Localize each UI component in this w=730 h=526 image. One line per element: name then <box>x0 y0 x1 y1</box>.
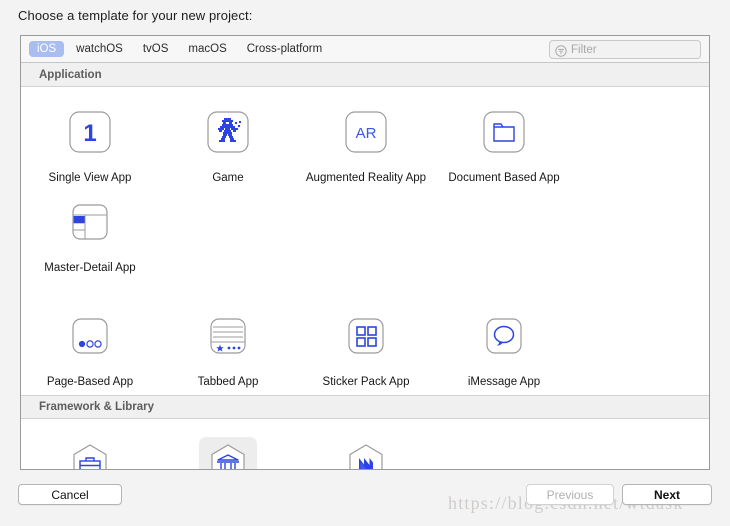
template-tile-imessage-app[interactable]: iMessage App <box>435 301 573 391</box>
tile-icon-container <box>61 195 119 253</box>
document-based-app-icon <box>480 108 528 161</box>
tab-macos[interactable]: macOS <box>180 41 234 57</box>
tile-icon-container <box>199 309 257 367</box>
template-tile-metal-library[interactable]: Metal Library <box>297 429 435 469</box>
master-detail-app-icon <box>66 198 114 251</box>
tab-cross-platform[interactable]: Cross-platform <box>239 41 330 57</box>
tab-tvos[interactable]: tvOS <box>135 41 177 57</box>
svg-text:AR: AR <box>356 125 377 142</box>
svg-text:1: 1 <box>83 120 96 147</box>
tile-icon-container <box>199 437 257 469</box>
previous-button[interactable]: Previous <box>526 484 614 505</box>
template-tile-document-based-app[interactable]: Document Based App <box>435 97 573 187</box>
search-input[interactable] <box>571 43 689 56</box>
tile-label: Sticker Pack App <box>322 376 410 388</box>
tile-icon-container <box>475 309 533 367</box>
tab-watchos[interactable]: watchOS <box>68 41 131 57</box>
template-tile-cocoa-touch-framework[interactable]: Cocoa Touch Framework <box>21 429 159 469</box>
tile-label: Tabbed App <box>197 376 259 388</box>
section-header-application: Application <box>21 63 709 87</box>
tile-icon-container <box>199 105 257 163</box>
template-tile-single-view-app[interactable]: 1 Single View App <box>21 97 159 187</box>
tile-label: Game <box>212 172 244 184</box>
library-building-hexagon-icon <box>204 440 252 469</box>
cancel-button[interactable]: Cancel <box>18 484 122 505</box>
tab-ios[interactable]: iOS <box>29 41 65 57</box>
template-tile-master-detail-app[interactable]: Master-Detail App <box>21 187 159 277</box>
framework-library-template-grid: Cocoa Touch Framework <box>21 419 709 469</box>
platform-tab-bar: iOS watchOS tvOS macOS Cross-platform <box>21 36 709 63</box>
section-header-framework-library: Framework & Library <box>21 395 709 419</box>
page-based-app-icon <box>66 312 114 365</box>
template-tile-cocoa-touch-static-library[interactable]: Cocoa Touch Static Library <box>159 429 297 469</box>
template-tile-sticker-pack-app[interactable]: Sticker Pack App <box>297 301 435 391</box>
tile-icon-container: 1 <box>61 105 119 163</box>
tile-icon-container <box>337 437 395 469</box>
tile-label: Document Based App <box>448 172 560 184</box>
template-chooser-panel: iOS watchOS tvOS macOS Cross-platform Ap… <box>20 35 710 470</box>
tile-icon-container <box>61 437 119 469</box>
tile-icon-container: AR <box>337 105 395 163</box>
game-sprite-icon <box>204 108 252 161</box>
template-tile-page-based-app[interactable]: Page-Based App <box>21 301 159 391</box>
tabbed-app-icon <box>204 312 252 365</box>
application-template-grid: 1 Single View App Game AR Augmented Real… <box>21 87 709 395</box>
tile-label: iMessage App <box>467 376 541 388</box>
tile-label: Master-Detail App <box>44 262 136 274</box>
tile-icon-container <box>337 309 395 367</box>
tile-icon-container <box>475 105 533 163</box>
metal-hexagon-icon <box>342 440 390 469</box>
tile-label: Augmented Reality App <box>305 172 427 184</box>
toolbox-hexagon-icon <box>66 440 114 469</box>
template-tile-game[interactable]: Game <box>159 97 297 187</box>
template-tile-tabbed-app[interactable]: Tabbed App <box>159 301 297 391</box>
filter-icon <box>555 44 567 57</box>
imessage-app-icon <box>480 312 528 365</box>
tile-label: Single View App <box>48 172 132 184</box>
augmented-reality-app-icon: AR <box>342 108 390 161</box>
template-tile-augmented-reality-app[interactable]: AR Augmented Reality App <box>297 97 435 187</box>
page-title: Choose a template for your new project: <box>18 8 253 23</box>
sticker-pack-app-icon <box>342 312 390 365</box>
tile-label: Page-Based App <box>46 376 134 388</box>
next-button[interactable]: Next <box>622 484 712 505</box>
filter-field[interactable] <box>549 40 701 59</box>
grid-row-spacer <box>21 277 709 301</box>
tile-icon-container <box>61 309 119 367</box>
single-view-app-icon: 1 <box>66 108 114 161</box>
